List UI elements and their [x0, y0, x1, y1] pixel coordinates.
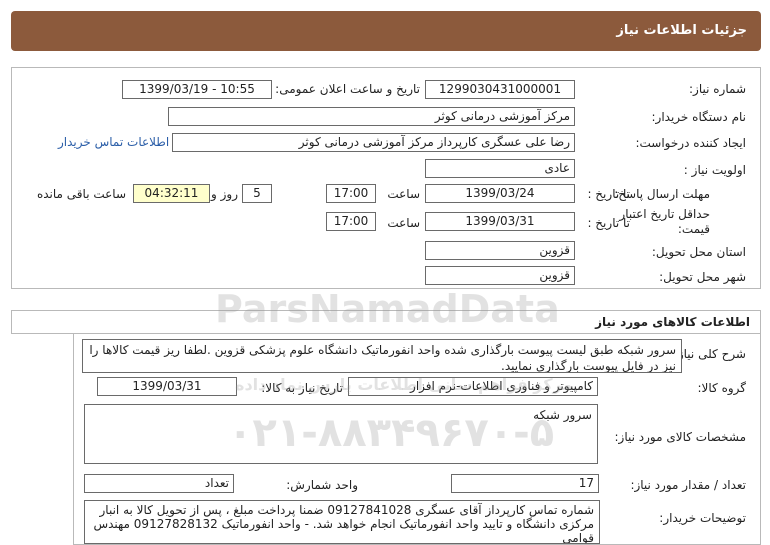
- deadline-date-field: 1399/03/24: [425, 184, 575, 203]
- announce-field: 1399/03/19 - 10:55: [122, 80, 272, 99]
- need-info-panel: [11, 67, 761, 289]
- validity-label: حداقل تاریخ اعتبار قیمت:: [619, 207, 710, 237]
- unit-field: تعداد: [84, 474, 234, 493]
- goods-section-title: اطلاعات کالاهای مورد نیاز: [595, 315, 750, 329]
- days-remaining-field: 5: [242, 184, 272, 203]
- page-header: جزئیات اطلاعات نیاز: [11, 11, 761, 51]
- goods-group-field: کامپیوتر و فناوری اطلاعات-نرم افزار: [348, 377, 598, 396]
- notes-field: شماره تماس کارپرداز آقای عسگری 091278410…: [84, 500, 600, 544]
- notes-label: توضیحات خریدار:: [659, 511, 746, 525]
- validity-label-line1: حداقل تاریخ اعتبار: [619, 207, 710, 221]
- page-title: جزئیات اطلاعات نیاز: [616, 23, 747, 38]
- buyer-contact-link[interactable]: اطلاعات تماس خریدار: [58, 135, 169, 149]
- deadline-to-date-label: تا تاریخ :: [587, 187, 630, 201]
- need-date-label: تاریخ نیاز به کالا:: [261, 381, 343, 395]
- buyer-org-label: نام دستگاه خریدار:: [651, 110, 747, 124]
- validity-date-field: 1399/03/31: [425, 212, 575, 231]
- days-label: روز و: [211, 187, 238, 201]
- need-number-label: شماره نیاز:: [689, 82, 746, 96]
- city-label: شهر محل تحویل:: [659, 270, 746, 284]
- creator-field: رضا علی عسگری کارپرداز مرکز آموزشی درمان…: [172, 133, 575, 152]
- need-date-field: 1399/03/31: [97, 377, 237, 396]
- quantity-field: 17: [451, 474, 599, 493]
- city-field: قزوین: [425, 266, 575, 285]
- summary-label: شرح کلی نیاز:: [673, 347, 746, 361]
- spec-field: سرور شبکه: [84, 404, 598, 464]
- spec-label: مشخصات کالای مورد نیاز:: [614, 430, 746, 444]
- validity-time-field: 17:00: [326, 212, 376, 231]
- unit-label: واحد شمارش:: [286, 478, 358, 492]
- creator-label: ایجاد کننده درخواست:: [635, 136, 746, 150]
- validity-label-line2: قیمت:: [677, 222, 710, 236]
- province-field: قزوین: [425, 241, 575, 260]
- need-number-field: 1299030431000001: [425, 80, 575, 99]
- remaining-label: ساعت باقی مانده: [36, 187, 126, 201]
- buyer-org-field: مرکز آموزشی درمانی کوثر: [168, 107, 575, 126]
- province-label: استان محل تحویل:: [651, 245, 746, 259]
- priority-label: اولویت نیاز :: [683, 163, 746, 177]
- priority-field: عادی: [425, 159, 575, 178]
- goods-section-header: اطلاعات کالاهای مورد نیاز: [11, 310, 761, 334]
- remaining-time-field: 04:32:11: [133, 184, 210, 203]
- validity-time-label: ساعت: [387, 216, 420, 230]
- deadline-time-label: ساعت: [387, 187, 420, 201]
- announce-label: تاریخ و ساعت اعلان عمومی:: [275, 82, 420, 96]
- goods-group-label: گروه کالا:: [697, 381, 747, 395]
- quantity-label: تعداد / مقدار مورد نیاز:: [630, 478, 746, 492]
- summary-field: سرور شبکه طبق لیست پیوست بارگذاری شده وا…: [82, 339, 682, 373]
- deadline-time-field: 17:00: [326, 184, 376, 203]
- validity-to-date-label: تا تاریخ :: [587, 216, 630, 230]
